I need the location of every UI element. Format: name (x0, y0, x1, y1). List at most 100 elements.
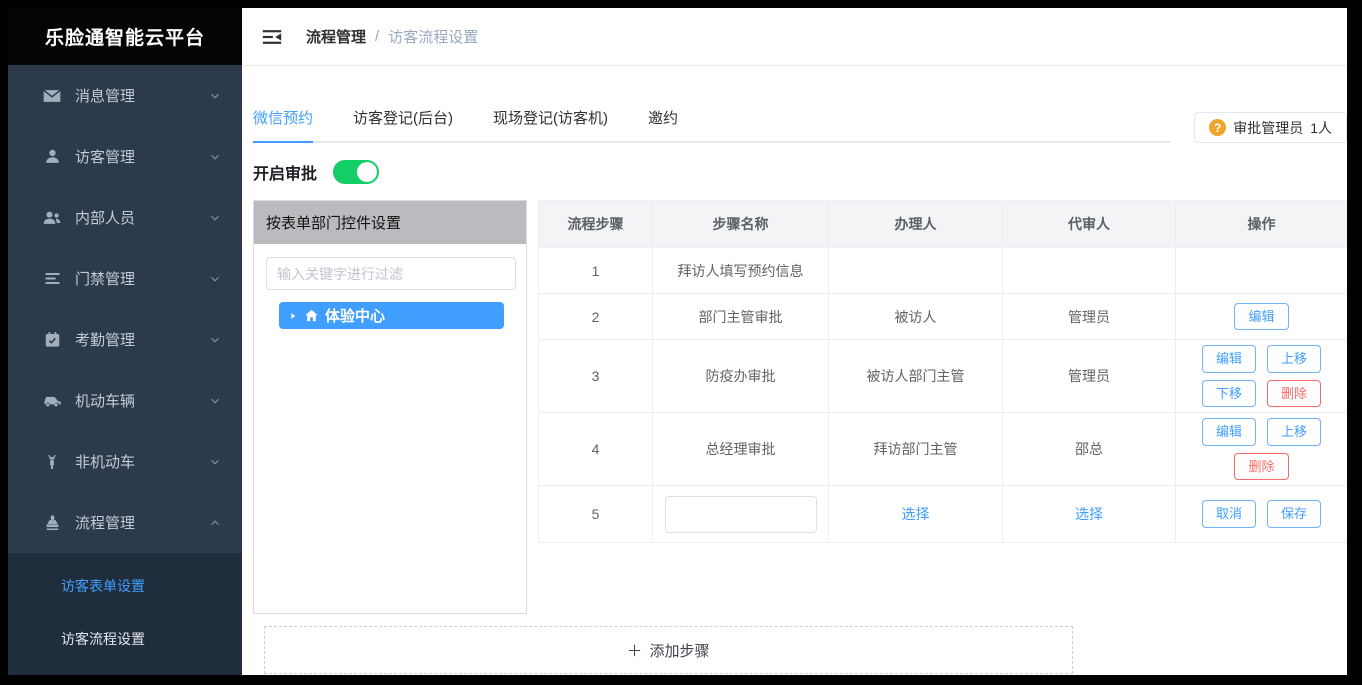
add-step-label: 添加步骤 (649, 640, 709, 661)
approver-badge-count: 1人 (1310, 118, 1332, 138)
sidebar-item-non-motor-vehicles[interactable]: 非机动车 (8, 431, 242, 492)
deputy-cell: 管理员 (1003, 294, 1176, 340)
breadcrumb-page: 访客流程设置 (388, 26, 478, 47)
col-header-actions: 操作 (1176, 201, 1348, 248)
handler-cell (829, 248, 1003, 294)
breadcrumb-section[interactable]: 流程管理 (306, 26, 366, 47)
row-actions: 编辑 上移 删除 (1187, 418, 1337, 480)
sidebar-item-attendance-management[interactable]: 考勤管理 (8, 309, 242, 370)
actions-cell: 取消 保存 (1176, 486, 1348, 543)
save-button[interactable]: 保存 (1267, 500, 1321, 528)
step-cell: 3 (539, 340, 653, 413)
step-cell: 2 (539, 294, 653, 340)
add-step-button[interactable]: 添加步骤 (264, 626, 1073, 674)
deputy-cell: 邵总 (1003, 413, 1176, 486)
toggle-knob (357, 162, 377, 182)
chevron-down-icon (208, 394, 222, 408)
deputy-cell: 选择 (1003, 486, 1176, 543)
col-header-handler: 办理人 (829, 201, 1003, 248)
tab-wechat-appointment[interactable]: 微信预约 (253, 107, 313, 143)
step-name-cell: 拜访人填写预约信息 (653, 248, 829, 294)
breadcrumb-separator: / (375, 28, 379, 45)
department-panel: 按表单部门控件设置 体验中心 (253, 200, 527, 614)
edit-button[interactable]: 编辑 (1202, 418, 1256, 446)
app-logo: 乐脸通智能云平台 (8, 8, 242, 65)
scooter-icon (42, 452, 62, 472)
process-steps-table-wrap: 流程步骤 步骤名称 办理人 代审人 操作 1 拜访人填写预约信息 (538, 200, 1347, 614)
mail-icon (42, 86, 62, 106)
sidebar-item-visitor-process-settings[interactable]: 访客流程设置 (8, 612, 242, 665)
sidebar-item-access-control[interactable]: 门禁管理 (8, 248, 242, 309)
submenu-item-label: 访客流程设置 (61, 629, 145, 649)
stamp-icon (42, 513, 62, 533)
sidebar-menu: 消息管理 访客管理 内部人员 门禁管理 (8, 65, 242, 553)
sidebar-item-message-management[interactable]: 消息管理 (8, 65, 242, 126)
sidebar-item-visitor-form-settings[interactable]: 访客表单设置 (8, 559, 242, 612)
caret-right-icon[interactable] (288, 311, 298, 321)
chevron-down-icon (208, 333, 222, 347)
panels-row: 按表单部门控件设置 体验中心 流程步骤 步骤名称 办理人 (253, 200, 1347, 614)
table-row: 2 部门主管审批 被访人 管理员 编辑 (539, 294, 1348, 340)
actions-cell: 编辑 上移 下移 删除 (1176, 340, 1348, 413)
sidebar-item-label: 非机动车 (75, 451, 135, 472)
users-icon (42, 208, 62, 228)
step-cell: 4 (539, 413, 653, 486)
tree-node-experience-center[interactable]: 体验中心 (279, 302, 504, 329)
tab-invitation[interactable]: 邀约 (648, 107, 678, 141)
sidebar-item-label: 机动车辆 (75, 390, 135, 411)
select-handler-link[interactable]: 选择 (902, 506, 930, 522)
edit-button[interactable]: 编辑 (1202, 345, 1256, 373)
approver-admin-badge[interactable]: ? 审批管理员 1人 (1194, 112, 1347, 143)
chevron-down-icon (208, 89, 222, 103)
sidebar: 乐脸通智能云平台 消息管理 访客管理 内部人员 (8, 8, 242, 675)
actions-cell (1176, 248, 1348, 294)
delete-button[interactable]: 删除 (1234, 453, 1288, 481)
row-actions: 取消 保存 (1187, 500, 1337, 528)
sidebar-fold-icon[interactable] (261, 26, 283, 48)
step-name-cell: 防疫办审批 (653, 340, 829, 413)
handler-cell: 被访人部门主管 (829, 340, 1003, 413)
submenu-item-label: 访客表单设置 (61, 576, 145, 596)
row-actions: 编辑 (1187, 303, 1337, 331)
sidebar-item-internal-staff[interactable]: 内部人员 (8, 187, 242, 248)
sidebar-item-visitor-management[interactable]: 访客管理 (8, 126, 242, 187)
col-header-deputy: 代审人 (1003, 201, 1176, 248)
col-header-step: 流程步骤 (539, 201, 653, 248)
move-up-button[interactable]: 上移 (1267, 345, 1321, 373)
tree-node-label: 体验中心 (325, 305, 385, 326)
chevron-down-icon (208, 211, 222, 225)
handler-cell: 拜访部门主管 (829, 413, 1003, 486)
user-icon (42, 147, 62, 167)
sidebar-item-process-management[interactable]: 流程管理 (8, 492, 242, 553)
deputy-cell: 管理员 (1003, 340, 1176, 413)
tab-visitor-register-backend[interactable]: 访客登记(后台) (353, 107, 453, 141)
sidebar-item-label: 流程管理 (75, 512, 135, 533)
delete-button[interactable]: 删除 (1267, 380, 1321, 408)
select-deputy-link[interactable]: 选择 (1075, 506, 1103, 522)
app-window: 乐脸通智能云平台 消息管理 访客管理 内部人员 (8, 8, 1347, 675)
table-row: 3 防疫办审批 被访人部门主管 管理员 编辑 上移 下移 删除 (539, 340, 1348, 413)
department-panel-title: 按表单部门控件设置 (254, 201, 526, 244)
edit-button[interactable]: 编辑 (1234, 303, 1288, 331)
step-cell: 5 (539, 486, 653, 543)
department-filter-input[interactable] (266, 257, 516, 290)
chevron-up-icon (208, 516, 222, 530)
process-steps-table: 流程步骤 步骤名称 办理人 代审人 操作 1 拜访人填写预约信息 (538, 200, 1347, 543)
question-circle-icon: ? (1209, 119, 1226, 136)
breadcrumb: 流程管理 / 访客流程设置 (306, 26, 478, 47)
step-name-cell (653, 486, 829, 543)
tab-bar: 微信预约 访客登记(后台) 现场登记(访客机) 邀约 (253, 107, 1170, 143)
sidebar-item-motor-vehicles[interactable]: 机动车辆 (8, 370, 242, 431)
topbar: 流程管理 / 访客流程设置 (242, 8, 1347, 66)
table-row: 4 总经理审批 拜访部门主管 邵总 编辑 上移 删除 (539, 413, 1348, 486)
tab-onsite-register-kiosk[interactable]: 现场登记(访客机) (493, 107, 608, 141)
move-down-button[interactable]: 下移 (1202, 380, 1256, 408)
move-up-button[interactable]: 上移 (1267, 418, 1321, 446)
plus-icon (627, 643, 642, 658)
cancel-button[interactable]: 取消 (1202, 500, 1256, 528)
step-name-input[interactable] (665, 496, 817, 533)
main-content: 微信预约 访客登记(后台) 现场登记(访客机) 邀约 ? 审批管理员 1人 开启… (242, 67, 1347, 675)
approval-toggle-switch[interactable] (333, 160, 379, 184)
step-name-cell: 总经理审批 (653, 413, 829, 486)
col-header-step-name: 步骤名称 (653, 201, 829, 248)
